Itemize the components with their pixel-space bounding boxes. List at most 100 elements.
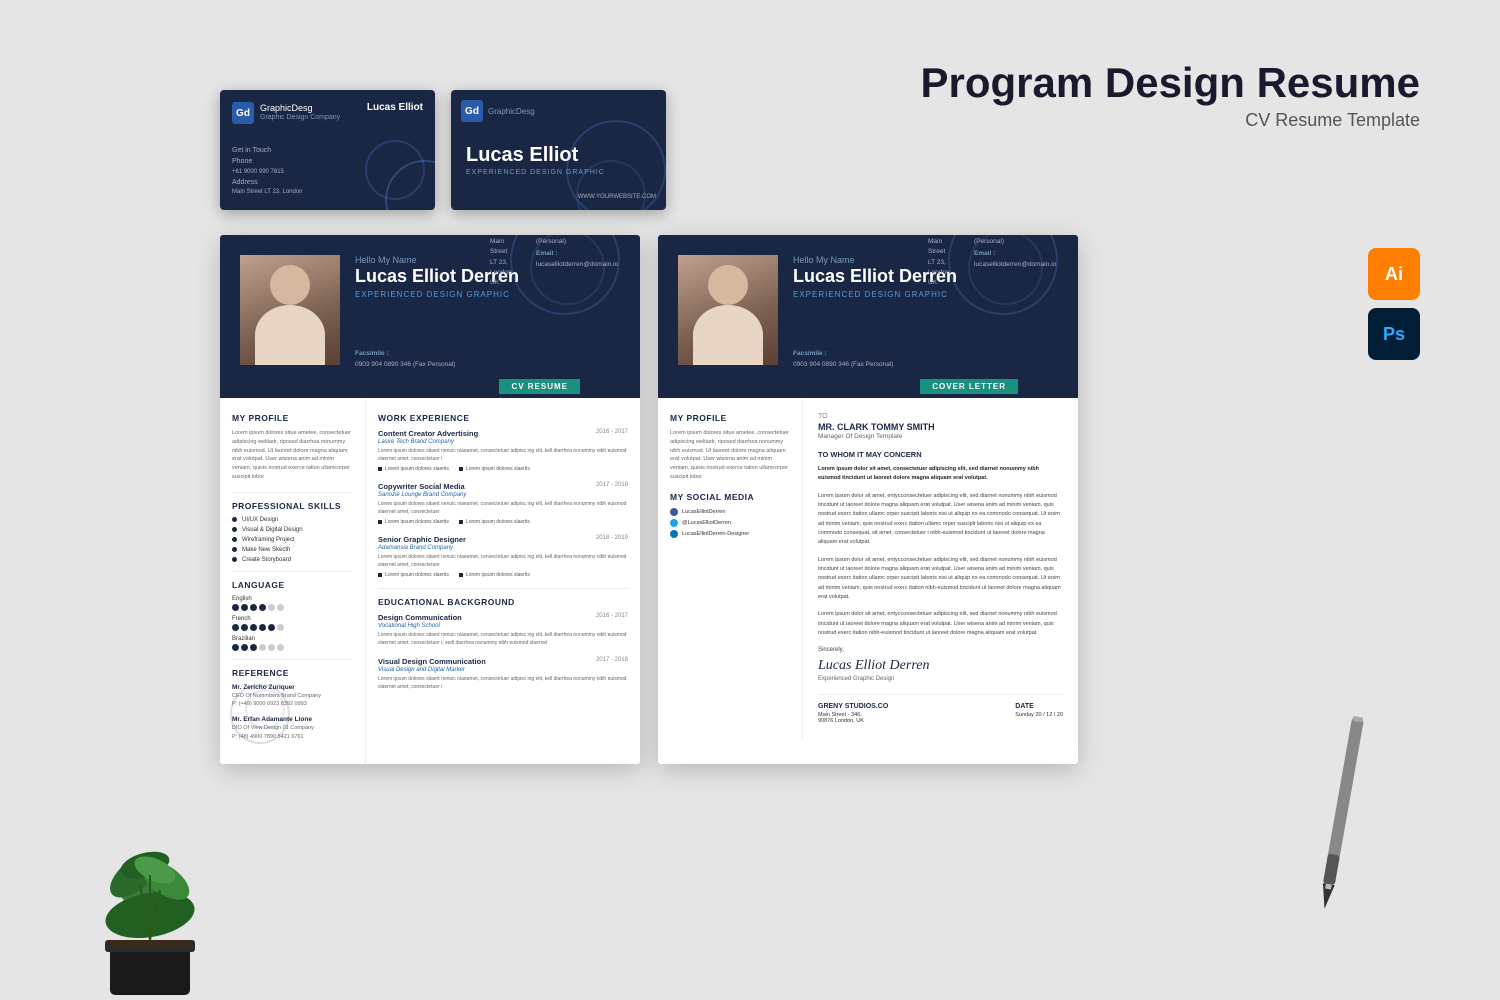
cover-para-1: Lorem ipsum dolor sit amet, consectetuer…	[818, 465, 1063, 484]
cover-to-label: TO	[818, 413, 1063, 420]
skill-dot-1	[232, 517, 237, 522]
skills-title: PROFESSIONAL SKILLS	[232, 501, 353, 511]
divider-1	[232, 492, 353, 493]
skill-dot-4	[232, 547, 237, 552]
li-icon	[670, 530, 678, 538]
cover-person-head	[708, 265, 748, 305]
lang-dots-french	[232, 624, 353, 631]
divider-2	[232, 571, 353, 572]
skill-2: Visual & Digital Design	[232, 527, 353, 533]
cover-fax: Facsimile : 0903 904 0890 346 (Fax Perso…	[793, 349, 893, 370]
business-card-1: Gd GraphicDesg Graphic Design Company Lu…	[220, 90, 435, 210]
bc-logo-box: Gd	[232, 102, 254, 124]
work-bullets-3: Lorem ipsum dolores slaertis Lorem ipsum…	[378, 572, 628, 578]
fb-icon	[670, 508, 678, 516]
cover-tag: COVER LETTER	[920, 379, 1018, 394]
skill-4: Make New Skecth	[232, 547, 353, 553]
skill-5: Create Storyboard	[232, 557, 353, 563]
cover-contacts: Address : Main Street LT 23, London - UK…	[928, 235, 1056, 289]
lang-dots-english	[232, 604, 353, 611]
candidate-photo	[240, 255, 340, 365]
work-item-3: Senior Graphic Designer 2018 - 2019 Adam…	[378, 535, 628, 578]
profile-text: Lorem ipsum dolores situe ametee, consec…	[232, 429, 353, 482]
phone-contact: Phone: +61 9000-990 7815 (Personal) Emai…	[536, 235, 618, 289]
cover-address: Address : Main Street LT 23, London - UK	[928, 235, 954, 289]
lang-list: English French	[232, 596, 353, 651]
cover-header: Hello My Name Lucas Elliot Derren EXPERI…	[658, 235, 1078, 380]
social-3: LucasElliotDerren-Designer	[670, 530, 790, 538]
person-body	[255, 305, 325, 365]
cover-para-2: Lorem ipsum dolor sit amet, entycconsect…	[818, 492, 1063, 548]
plant-svg	[50, 775, 250, 995]
edu-item-1: Design Communication 2016 - 2017 Vocatio…	[378, 613, 628, 647]
cover-letter-card: Hello My Name Lucas Elliot Derren EXPERI…	[658, 235, 1078, 764]
lang-dots-brazilian	[232, 644, 353, 651]
bc-contact-info: Get in Touch Phone +61 9000 990 7815 Add…	[232, 145, 303, 198]
cv-resume-card: Hello My Name Lucas Elliot Derren EXPERI…	[220, 235, 640, 764]
cover-header-text: Hello My Name Lucas Elliot Derren EXPERI…	[793, 255, 957, 299]
decorative-pen	[1325, 715, 1355, 920]
fax-row: Facsimile : 0903 904 0890 346 (Fax Perso…	[355, 349, 455, 370]
bc2-website: WWW.YOURWEBSITE.COM	[578, 194, 656, 200]
ref-title: REFERENCE	[232, 668, 353, 678]
skills-list: UI/UX Design Visual & Digital Design Wir…	[232, 517, 353, 563]
lang-brazilian: Brazilian	[232, 636, 353, 651]
cover-sincerely: Sincerely,	[818, 647, 1063, 653]
cover-tag-bar: COVER LETTER	[658, 380, 1078, 398]
address-contact: Address : Main Street LT 23, London - UK	[490, 235, 516, 289]
cover-photo	[678, 255, 778, 365]
cover-date: DATE Sunday 20 / 12 / 20	[1015, 703, 1063, 724]
bc-logo: Gd GraphicDesg Graphic Design Company	[232, 102, 340, 124]
header-text: Hello My Name Lucas Elliot Derren EXPERI…	[355, 255, 519, 299]
illustrator-icon: Ai	[1368, 248, 1420, 300]
fax-contact: Facsimile : 0903 904 0890 346 (Fax Perso…	[355, 349, 455, 370]
social-title: My Social Media	[670, 492, 790, 502]
cv-tag: CV RESUME	[499, 379, 580, 394]
skill-dot-2	[232, 527, 237, 532]
cover-person-body	[693, 305, 763, 365]
work-header-1: Content Creator Advertising 2016 - 2017	[378, 429, 628, 438]
work-bullets-2: Lorem ipsum dolores slaertis Lorem ipsum…	[378, 519, 628, 525]
work-bullets-1: Lorem ipsum dolores slaertis Lorem ipsum…	[378, 466, 628, 472]
resume-area: Hello My Name Lucas Elliot Derren EXPERI…	[220, 235, 1078, 764]
contact-info: Address : Main Street LT 23, London - UK…	[490, 235, 618, 289]
social-2: @LucasElliotDerren	[670, 519, 790, 527]
cover-candidate-title: EXPERIENCED DESIGN GRAPHIC	[793, 290, 957, 299]
cover-recipient-name: MR. CLARK TOMMY SMITH	[818, 422, 1063, 432]
skill-1: UI/UX Design	[232, 517, 353, 523]
title-area: Program Design Resume CV Resume Template	[921, 60, 1421, 131]
software-icons: Ai Ps	[1368, 248, 1420, 360]
edu-item-2: Visual Design Communication 2017 - 2018 …	[378, 657, 628, 691]
cover-body-wrapper: MY PROFILE Lorem ipsum dolores situe ame…	[658, 398, 1078, 739]
bc-company-text: GraphicDesg Graphic Design Company	[260, 103, 340, 122]
work-item-2: Copywriter Social Media 2017 - 2018 Sano…	[378, 482, 628, 525]
cover-right: TO MR. CLARK TOMMY SMITH Manager Of Desi…	[803, 398, 1078, 739]
cover-signature: Lucas Elliot Derren	[818, 658, 1063, 674]
cover-footer: GRENY STUDIOS.CO Main Street - 346, 9087…	[818, 694, 1063, 724]
person-head	[270, 265, 310, 305]
cover-para-3: Lorem ipsum dolor sit amet, entycconsect…	[818, 556, 1063, 603]
bc-circle-2	[365, 140, 425, 200]
work-title: WORK EXPERIENCE	[378, 413, 628, 423]
page-subtitle: CV Resume Template	[921, 110, 1421, 131]
edu-header-1: Design Communication 2016 - 2017	[378, 613, 628, 622]
bc-candidate-name: Lucas Elliot	[367, 102, 423, 113]
lang-title: LANGUAGE	[232, 580, 353, 590]
profile-title: MY PROFILE	[232, 413, 353, 423]
skill-dot-3	[232, 537, 237, 542]
bc2-logo: Gd	[461, 100, 483, 122]
cover-photo-inner	[678, 255, 778, 365]
cover-concern: TO WHOM IT MAY CONCERN	[818, 450, 1063, 459]
skill-3: Wireframing Project	[232, 537, 353, 543]
edu-header-2: Visual Design Communication 2017 - 2018	[378, 657, 628, 666]
skill-dot-5	[232, 557, 237, 562]
cover-para-4: Lorem ipsum dolor sit amet, entycconsect…	[818, 610, 1063, 638]
decorative-plant	[50, 775, 250, 1000]
cv-tag-bar: CV RESUME	[220, 380, 640, 398]
lang-english: English	[232, 596, 353, 611]
edu-title: EDUCATIONAL BACKGROUND	[378, 597, 628, 607]
right-column: WORK EXPERIENCE Content Creator Advertis…	[365, 398, 640, 764]
cover-profile-title: MY PROFILE	[670, 413, 790, 423]
cv-header: Hello My Name Lucas Elliot Derren EXPERI…	[220, 235, 640, 380]
photo-inner	[240, 255, 340, 365]
